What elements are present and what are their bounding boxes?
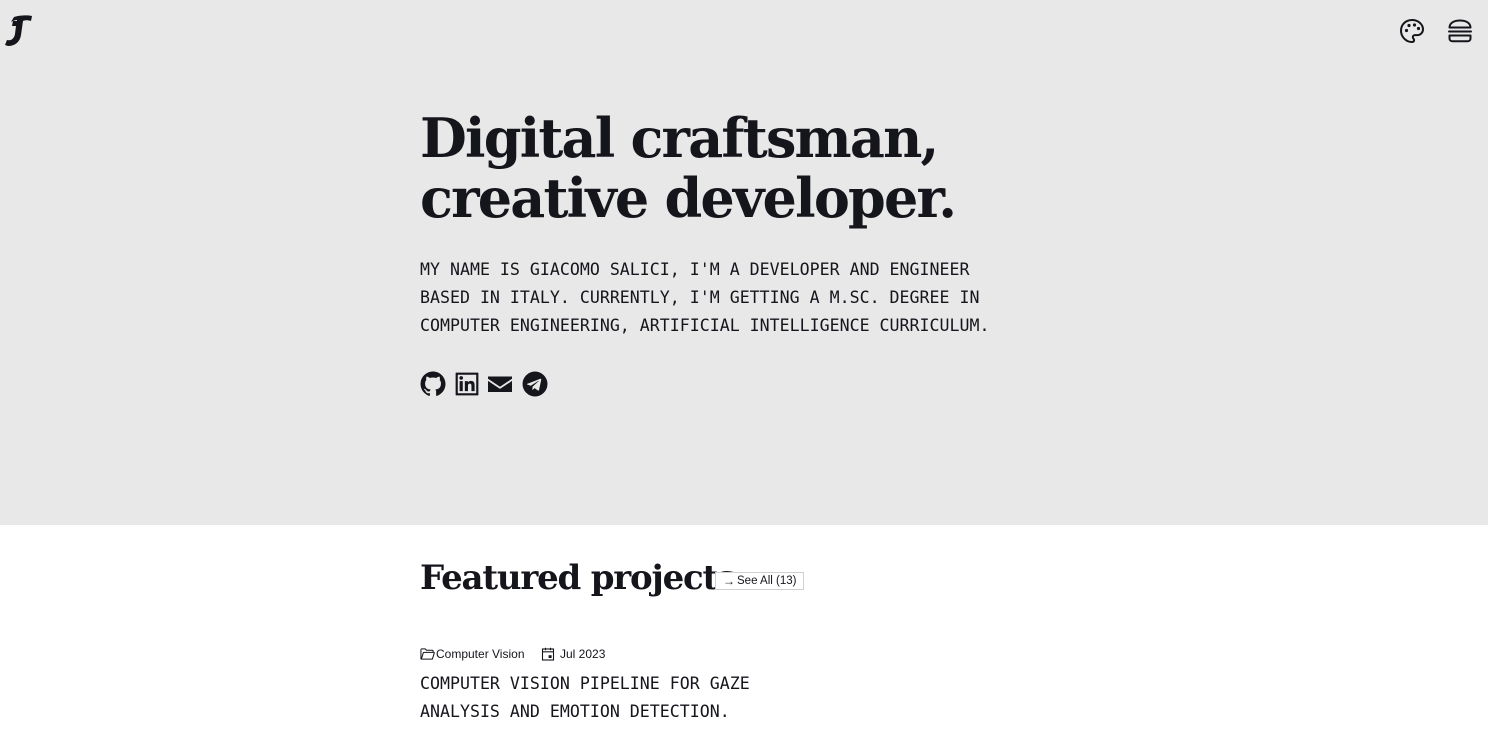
github-icon[interactable] (420, 371, 446, 397)
see-all-label: See All (13) (737, 575, 797, 587)
project-category[interactable]: Computer Vision (420, 646, 525, 662)
hero-section: Digital craftsman, creative developer. M… (0, 0, 1488, 525)
project-date: Jul 2023 (541, 646, 605, 662)
linkedin-icon[interactable] (454, 371, 480, 397)
folder-icon (420, 648, 435, 660)
project-description[interactable]: COMPUTER VISION PIPELINE FOR GAZE ANALYS… (420, 670, 750, 726)
hero-headline: Digital craftsman, creative developer. (420, 108, 1040, 228)
hero-intro: MY NAME IS GIACOMO SALICI, I'M A DEVELOP… (420, 260, 990, 335)
telegram-icon[interactable] (522, 371, 548, 397)
project-date-label: Jul 2023 (560, 647, 606, 661)
arrow-right-icon: → (723, 574, 735, 588)
hamburger-menu-icon[interactable] (1446, 17, 1474, 45)
palette-icon[interactable] (1398, 17, 1426, 45)
see-all-button[interactable]: → See All (13) (715, 572, 805, 590)
featured-projects-title: Featured projects (420, 558, 736, 598)
project-category-label: Computer Vision (436, 647, 525, 661)
mail-icon[interactable] (487, 371, 513, 397)
headline-line-2: creative developer. (420, 166, 957, 230)
headline-line-1: Digital craftsman, (420, 106, 939, 170)
calendar-icon (541, 647, 555, 661)
logo-icon[interactable] (4, 14, 34, 48)
